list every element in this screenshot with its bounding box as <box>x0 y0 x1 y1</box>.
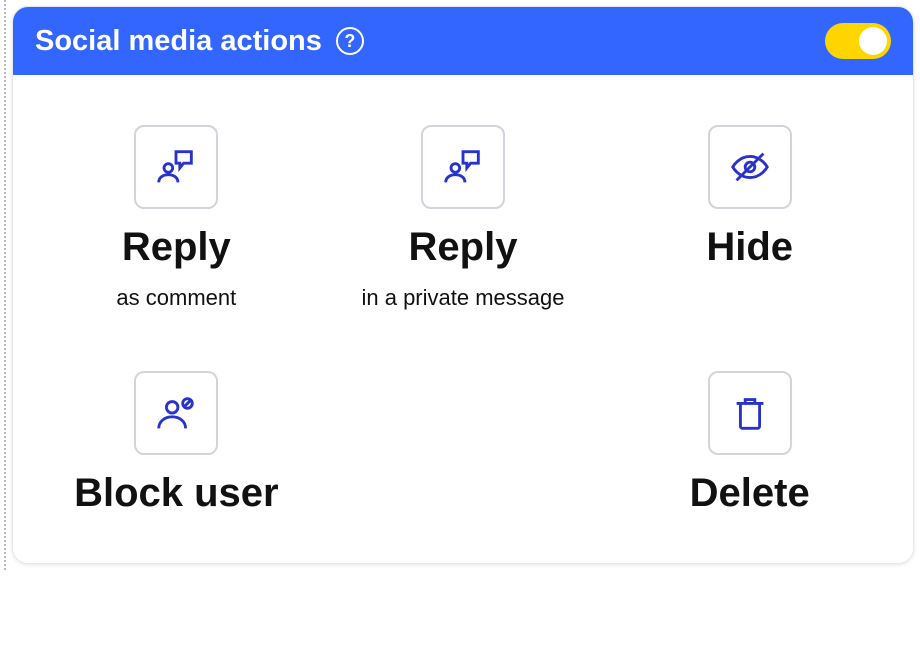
action-title: Delete <box>690 473 810 513</box>
block-user-icon-box <box>134 371 218 455</box>
action-reply-comment[interactable]: Reply as comment <box>43 125 310 311</box>
empty-cell <box>330 371 597 513</box>
action-title: Reply <box>409 227 518 267</box>
enable-toggle[interactable] <box>825 23 891 59</box>
panel-header: Social media actions ? <box>13 7 913 75</box>
panel-title: Social media actions <box>35 25 322 58</box>
action-delete[interactable]: Delete <box>616 371 883 513</box>
toggle-knob <box>859 27 887 55</box>
action-subtitle: in a private message <box>361 285 564 311</box>
block-user-icon <box>153 390 199 436</box>
trash-icon <box>727 390 773 436</box>
delete-icon-box <box>708 371 792 455</box>
help-icon[interactable]: ? <box>336 27 364 55</box>
actions-grid: Reply as comment Reply in a private mess… <box>43 125 883 513</box>
action-title: Reply <box>122 227 231 267</box>
reply-private-icon-box <box>421 125 505 209</box>
hide-icon-box <box>708 125 792 209</box>
panel-content: Reply as comment Reply in a private mess… <box>13 75 913 563</box>
action-block-user[interactable]: Block user <box>43 371 310 513</box>
reply-comment-icon-box <box>134 125 218 209</box>
action-subtitle: as comment <box>116 285 236 311</box>
social-actions-panel: Social media actions ? Reply as comment <box>12 6 914 564</box>
reply-person-icon <box>440 144 486 190</box>
action-title: Block user <box>74 473 279 513</box>
action-hide[interactable]: Hide <box>616 125 883 311</box>
action-title: Hide <box>706 227 793 267</box>
reply-person-icon <box>153 144 199 190</box>
action-reply-private[interactable]: Reply in a private message <box>330 125 597 311</box>
eye-off-icon <box>727 144 773 190</box>
dotted-guide <box>4 0 6 570</box>
